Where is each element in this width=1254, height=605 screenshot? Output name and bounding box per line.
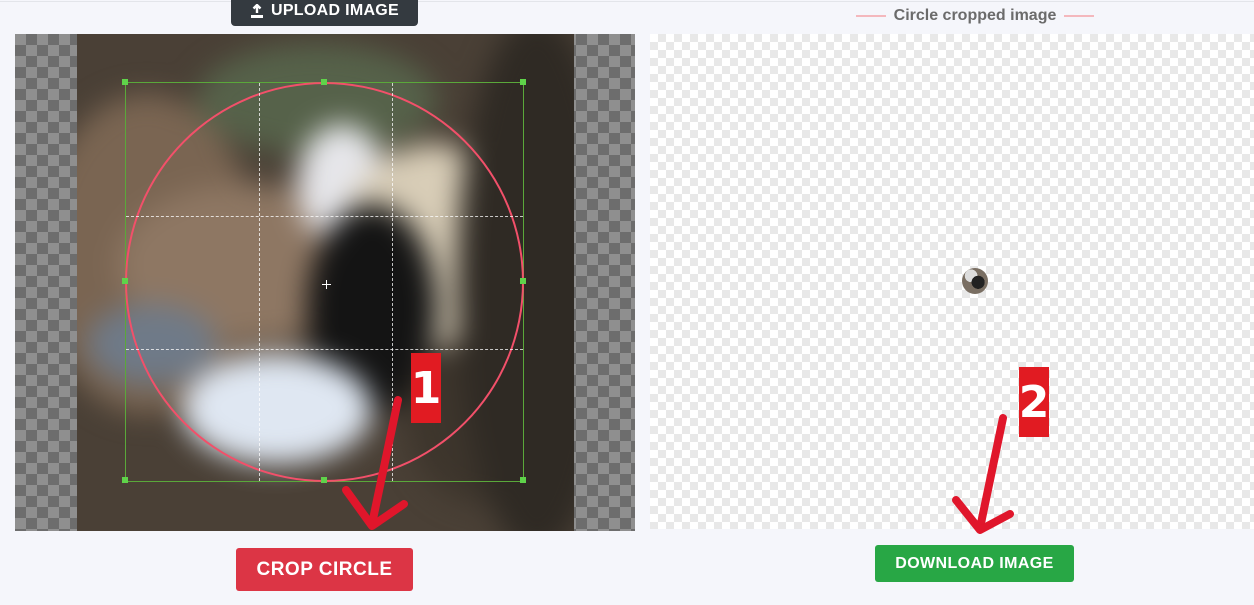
resize-handle-s[interactable]: [321, 477, 327, 483]
grid-guide: [126, 216, 523, 217]
upload-image-label: UPLOAD IMAGE: [270, 2, 400, 19]
heading-rule: [1064, 15, 1095, 17]
resize-handle-w[interactable]: [122, 278, 128, 284]
upload-image-button[interactable]: UPLOAD IMAGE: [231, 0, 418, 26]
center-crosshair-icon: [322, 280, 331, 289]
cropped-image-thumbnail: [962, 268, 988, 294]
resize-handle-sw[interactable]: [122, 477, 128, 483]
upload-icon: [250, 3, 264, 19]
grid-guide: [259, 83, 260, 481]
top-divider: [0, 1, 1254, 2]
result-heading: Circle cropped image: [840, 6, 1110, 26]
result-title: Circle cropped image: [893, 7, 1057, 24]
grid-guide: [392, 83, 393, 481]
crop-selection-box[interactable]: [122, 79, 526, 483]
crop-circle-button[interactable]: CROP CIRCLE: [236, 548, 413, 591]
download-image-button[interactable]: DOWNLOAD IMAGE: [875, 545, 1074, 582]
resize-handle-se[interactable]: [520, 477, 526, 483]
heading-rule: [855, 15, 886, 17]
crop-editor[interactable]: [15, 34, 635, 531]
result-preview-panel: [650, 34, 1254, 529]
resize-handle-n[interactable]: [321, 79, 327, 85]
resize-handle-ne[interactable]: [520, 79, 526, 85]
resize-handle-nw[interactable]: [122, 79, 128, 85]
grid-guide: [126, 349, 523, 350]
step-badge-1: 1: [411, 353, 441, 423]
step-badge-2: 2: [1019, 367, 1049, 437]
resize-handle-e[interactable]: [520, 278, 526, 284]
